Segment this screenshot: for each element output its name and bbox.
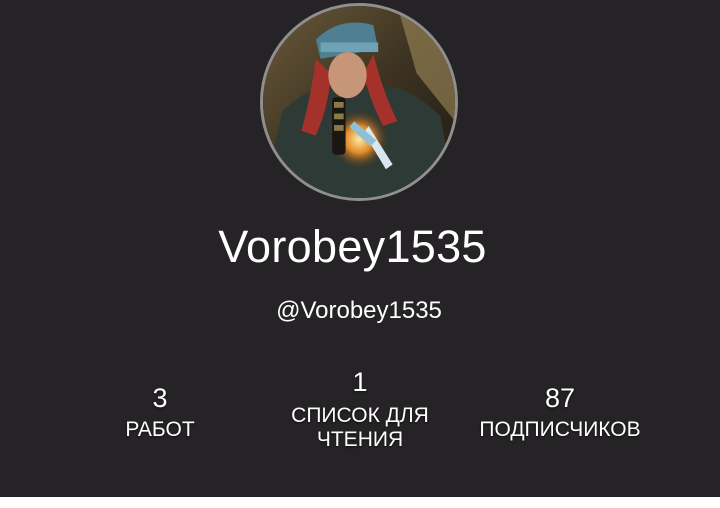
bottom-divider	[0, 497, 720, 508]
avatar[interactable]	[260, 3, 458, 201]
display-name: Vorobey1535	[218, 221, 487, 272]
reading-lists-count: 1	[352, 367, 368, 397]
username-handle: @Vorobey1535	[276, 297, 442, 324]
followers-stat[interactable]: 87 ПОДПИСЧИКОВ	[460, 382, 660, 442]
works-count: 3	[152, 383, 168, 413]
works-label: РАБОТ	[125, 418, 195, 441]
reading-lists-label: СПИСОК ДЛЯ ЧТЕНИЯ	[291, 404, 429, 451]
reading-lists-stat[interactable]: 1 СПИСОК ДЛЯ ЧТЕНИЯ	[270, 366, 450, 452]
avatar-image	[263, 6, 455, 198]
followers-count: 87	[544, 383, 576, 413]
profile-header: Vorobey1535 @Vorobey1535 3 РАБОТ 1 СПИСО…	[0, 0, 720, 497]
works-stat[interactable]: 3 РАБОТ	[100, 382, 220, 442]
followers-label: ПОДПИСЧИКОВ	[479, 418, 641, 441]
